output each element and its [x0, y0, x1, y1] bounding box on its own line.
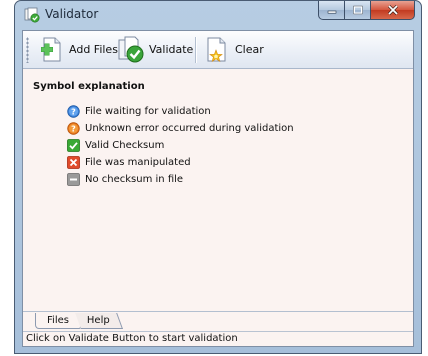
svg-text:?: ? — [71, 107, 76, 116]
list-item: File was manipulated — [67, 154, 294, 171]
tab-strip: Files Help — [23, 311, 413, 330]
status-bar: Click on Validate Button to start valida… — [23, 331, 413, 346]
list-item: No checksum in file — [67, 171, 294, 188]
status-text: Click on Validate Button to start valida… — [26, 333, 238, 344]
list-item: ? Unknown error occurred during validati… — [67, 120, 294, 137]
symbol-label: File waiting for validation — [85, 106, 211, 117]
close-icon — [387, 5, 398, 15]
symbol-explanation-heading: Symbol explanation — [33, 81, 145, 92]
add-files-button[interactable]: Add Files — [37, 34, 118, 65]
info-icon: ? — [67, 105, 80, 118]
checkmark-icon — [67, 139, 80, 152]
validate-icon — [118, 36, 144, 62]
close-button[interactable] — [371, 1, 415, 20]
tab-files-label: Files — [47, 315, 69, 326]
toolbar-separator — [195, 37, 197, 63]
validator-window: Validator Add Files Validate Clear Symbo… — [14, 0, 422, 354]
toolbar: Add Files Validate Clear — [23, 31, 413, 69]
list-item: Valid Checksum — [67, 137, 294, 154]
minus-icon — [67, 173, 80, 186]
maximize-button[interactable] — [345, 1, 371, 20]
clear-icon — [207, 37, 226, 62]
symbol-label: Unknown error occurred during validation — [85, 123, 294, 134]
cross-icon — [67, 156, 80, 169]
clear-label: Clear — [235, 43, 264, 56]
toolbar-grip[interactable] — [26, 37, 29, 63]
svg-text:?: ? — [71, 124, 76, 133]
window-title: Validator — [45, 7, 99, 21]
clear-button[interactable]: Clear — [203, 34, 264, 65]
symbol-label: File was manipulated — [85, 157, 191, 168]
symbol-label: No checksum in file — [85, 174, 184, 185]
validate-button[interactable]: Validate — [117, 34, 193, 65]
validate-label: Validate — [149, 43, 194, 56]
tab-files[interactable]: Files — [35, 313, 81, 329]
minimize-button[interactable] — [318, 1, 345, 20]
warning-icon: ? — [67, 122, 80, 135]
client-area: Add Files Validate Clear Symbol explanat… — [22, 30, 414, 347]
maximize-icon — [352, 5, 363, 15]
add-files-icon — [41, 37, 61, 61]
symbol-list: ? File waiting for validation ? Unknown … — [67, 103, 294, 188]
tab-help[interactable]: Help — [75, 313, 123, 329]
symbol-explanation-panel: Symbol explanation ? File waiting for va… — [23, 69, 413, 309]
add-files-label: Add Files — [69, 43, 118, 56]
title-bar[interactable]: Validator — [15, 1, 421, 29]
app-icon — [24, 7, 40, 23]
list-item: ? File waiting for validation — [67, 103, 294, 120]
symbol-label: Valid Checksum — [85, 140, 165, 151]
window-controls — [318, 1, 415, 20]
tab-help-label: Help — [87, 315, 110, 326]
minimize-icon — [327, 10, 336, 14]
